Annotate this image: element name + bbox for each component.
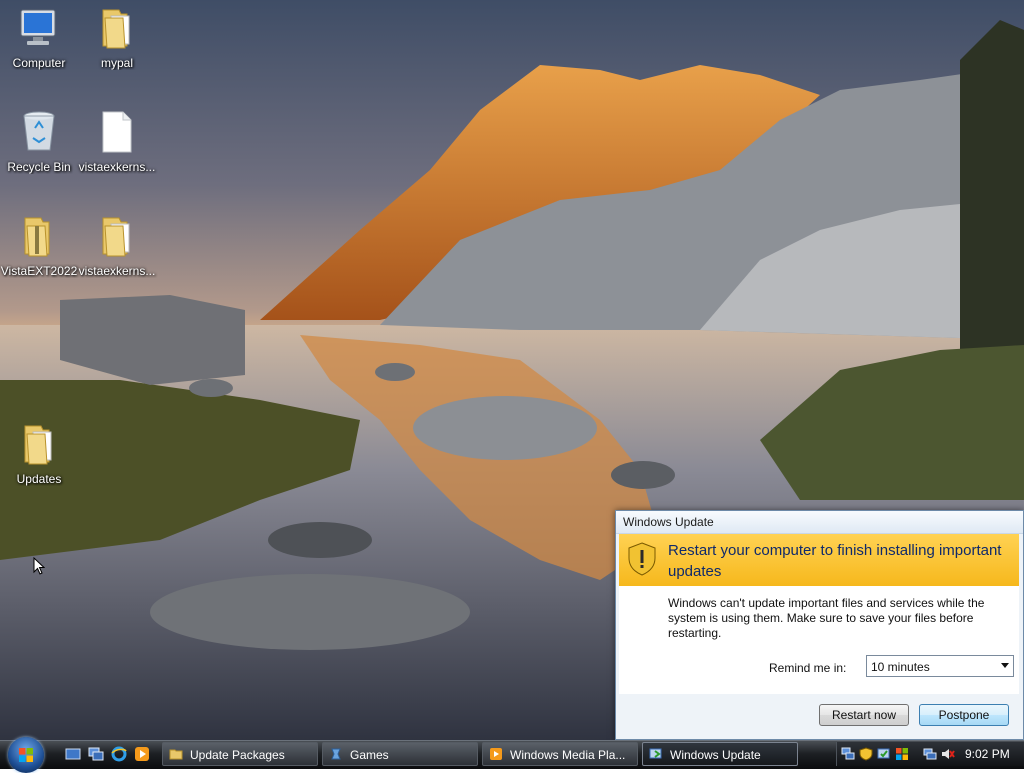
desktop-icon-vistaexkerns-folder[interactable]: vistaexkerns... bbox=[74, 212, 160, 278]
desktop-icon-vistaext2022[interactable]: VistaEXT2022 bbox=[0, 212, 82, 278]
postpone-button[interactable]: Postpone bbox=[919, 704, 1009, 726]
desktop-icon-label: VistaEXT2022 bbox=[0, 264, 78, 278]
folder-icon bbox=[102, 217, 130, 257]
dialog-heading: Restart your computer to finish installi… bbox=[668, 542, 1002, 580]
desktop-icon-label: mypal bbox=[100, 56, 133, 70]
taskbar-button-label: Games bbox=[350, 748, 389, 762]
restart-now-button[interactable]: Restart now bbox=[819, 704, 909, 726]
taskbar-button-windows-media-player[interactable]: Windows Media Pla... bbox=[482, 742, 638, 766]
internet-explorer-icon[interactable] bbox=[111, 746, 127, 762]
taskbar-clock[interactable]: 9:02 PM bbox=[965, 747, 1010, 761]
chevron-down-icon bbox=[1001, 663, 1009, 668]
taskbar-button-windows-update[interactable]: Windows Update bbox=[642, 742, 798, 766]
taskbar-button-update-packages[interactable]: Update Packages bbox=[162, 742, 318, 766]
folder-icon bbox=[102, 9, 130, 49]
taskbar: Update Packages Games Windows Media Pla.… bbox=[0, 737, 1024, 773]
dialog-title: Windows Update bbox=[616, 511, 1023, 534]
remind-me-value: 10 minutes bbox=[871, 660, 930, 674]
desktop-icon-recycle-bin[interactable]: Recycle Bin bbox=[0, 108, 82, 174]
desktop-icon-label: vistaexkerns... bbox=[78, 264, 156, 278]
mouse-cursor-icon bbox=[33, 557, 45, 575]
remind-me-dropdown[interactable]: 10 minutes bbox=[866, 655, 1014, 677]
desktop-icon-label: vistaexkerns... bbox=[78, 160, 156, 174]
dialog-banner: Restart your computer to finish installi… bbox=[619, 534, 1019, 586]
taskbar-button-label: Update Packages bbox=[190, 748, 285, 762]
windows-update-icon bbox=[649, 748, 662, 759]
taskbar-button-label: Windows Update bbox=[670, 748, 761, 762]
dialog-message: Windows can't update important files and… bbox=[668, 596, 985, 640]
windows-update-dialog: Windows Update Restart your computer to … bbox=[615, 510, 1024, 740]
file-icon bbox=[102, 111, 132, 153]
warning-shield-icon bbox=[628, 542, 656, 576]
volume-muted-icon[interactable] bbox=[941, 747, 955, 761]
update-icon[interactable] bbox=[877, 747, 891, 761]
switch-windows-icon[interactable] bbox=[88, 746, 104, 762]
desktop-icon-label: Updates bbox=[16, 472, 62, 486]
taskbar-button-games[interactable]: Games bbox=[322, 742, 478, 766]
games-icon bbox=[331, 748, 341, 760]
desktop-icon-mypal[interactable]: mypal bbox=[74, 4, 160, 70]
system-tray: 9:02 PM bbox=[836, 742, 1024, 766]
show-desktop-icon[interactable] bbox=[65, 746, 81, 762]
remind-me-label: Remind me in: bbox=[769, 661, 847, 675]
desktop-icon-vistaexkerns-file[interactable]: vistaexkerns... bbox=[74, 108, 160, 174]
desktop-icon-updates[interactable]: Updates bbox=[0, 420, 82, 486]
zip-folder-icon bbox=[24, 217, 50, 257]
security-shield-icon[interactable] bbox=[859, 747, 873, 761]
recycle-bin-icon bbox=[23, 111, 55, 151]
media-player-quicklaunch-icon[interactable] bbox=[134, 746, 150, 762]
taskbar-button-label: Windows Media Pla... bbox=[510, 748, 626, 762]
media-player-icon bbox=[490, 748, 502, 760]
folder-icon bbox=[169, 749, 183, 760]
desktop-icon-label: Recycle Bin bbox=[7, 160, 71, 174]
windows-flag-tray-icon[interactable] bbox=[895, 747, 909, 761]
desktop-icon-computer[interactable]: Computer bbox=[0, 4, 82, 70]
network-icon[interactable] bbox=[841, 747, 855, 761]
desktop-icon-label: Computer bbox=[12, 56, 66, 70]
network-status-icon[interactable] bbox=[923, 747, 937, 761]
windows-logo-icon bbox=[19, 748, 33, 762]
folder-icon bbox=[24, 425, 52, 465]
dialog-body: Windows can't update important files and… bbox=[619, 586, 1019, 694]
computer-icon bbox=[20, 9, 56, 45]
